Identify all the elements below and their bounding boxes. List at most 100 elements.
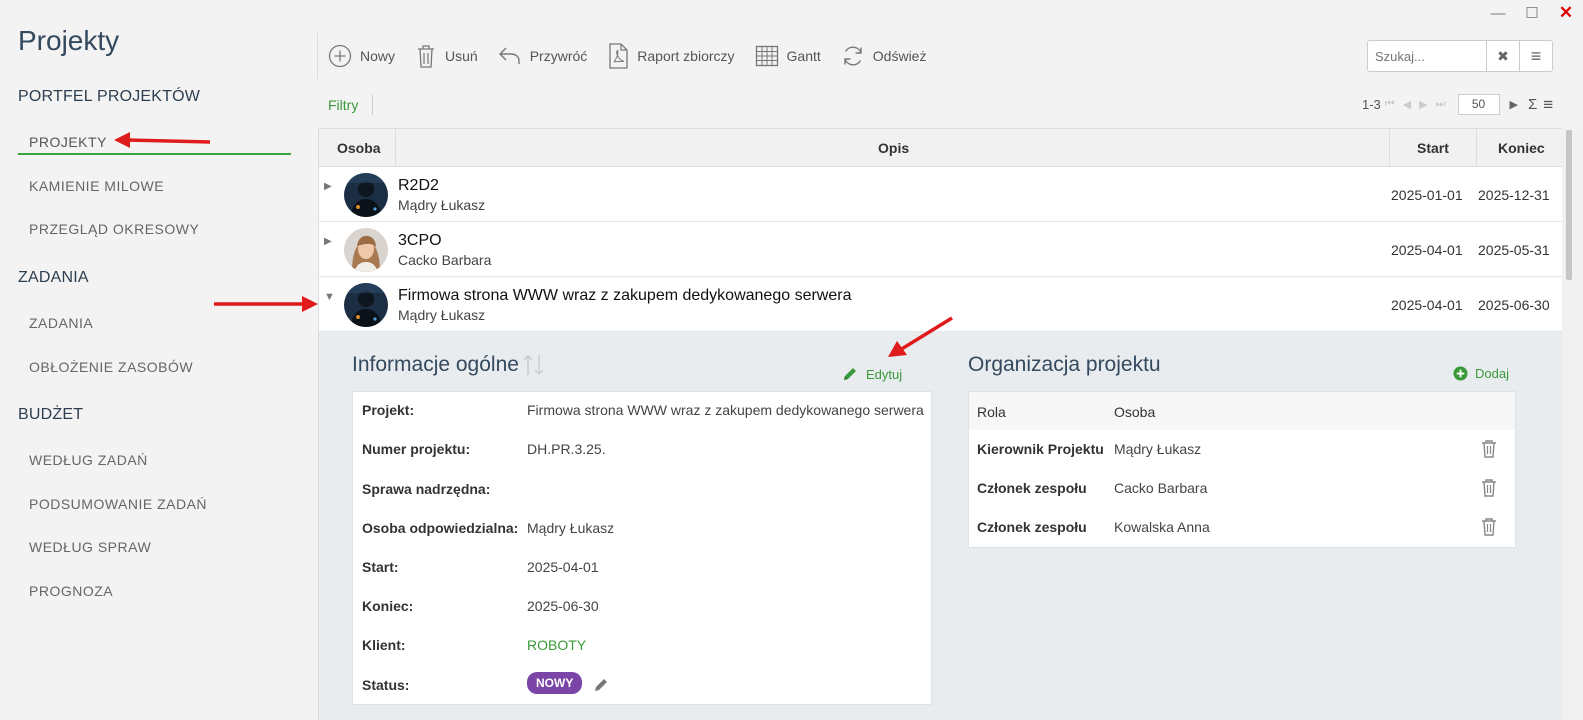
org-header: Rola Osoba bbox=[969, 392, 1515, 430]
sidebar-item-wedlug-spraw[interactable]: WEDŁUG SPRAW bbox=[29, 539, 151, 555]
field-value: Firmowa strona WWW wraz z zakupem dedyko… bbox=[527, 402, 924, 418]
add-button[interactable]: Dodaj bbox=[1453, 366, 1509, 381]
row-end: 2025-05-31 bbox=[1478, 242, 1550, 258]
sidebar-item-zadania[interactable]: ZADANIA bbox=[29, 315, 93, 331]
annotation-arrow bbox=[214, 296, 318, 312]
col-osoba: Osoba bbox=[1114, 404, 1156, 420]
sort-arrows-icon bbox=[523, 355, 544, 376]
org-row: Członek zespołu Kowalska Anna bbox=[969, 508, 1515, 547]
new-button[interactable]: Nowy bbox=[328, 44, 395, 68]
sidebar-item-obciazenie-zasobow[interactable]: OBŁOŻENIE ZASOBÓW bbox=[29, 359, 193, 375]
field-value: Mądry Łukasz bbox=[527, 520, 615, 536]
report-label: Raport zbiorczy bbox=[637, 48, 735, 64]
pencil-icon bbox=[844, 368, 856, 380]
sidebar-item-kamienie-milowe[interactable]: KAMIENIE MILOWE bbox=[29, 178, 164, 194]
field-label: Numer projektu: bbox=[362, 441, 471, 457]
avatar bbox=[344, 228, 388, 272]
trash-icon[interactable] bbox=[1481, 517, 1497, 536]
new-label: Nowy bbox=[360, 48, 396, 64]
annotation-arrow bbox=[114, 132, 211, 148]
col-divider bbox=[1389, 129, 1390, 167]
pencil-icon[interactable] bbox=[593, 677, 609, 693]
org-row: Członek zespołu Cacko Barbara bbox=[969, 469, 1515, 508]
col-koniec[interactable]: Koniec bbox=[1498, 140, 1545, 156]
pager-range: 1-3 bbox=[1362, 97, 1381, 112]
grid-table-icon bbox=[755, 45, 778, 67]
grid-scrollbar[interactable] bbox=[1562, 128, 1583, 720]
field-value: DH.PR.3.25. bbox=[527, 441, 606, 457]
last-page-icon[interactable]: ⏭ bbox=[1436, 98, 1446, 111]
field-value: 2025-04-01 bbox=[527, 559, 599, 575]
edit-button[interactable]: Edytuj bbox=[842, 366, 902, 382]
plus-circle-icon bbox=[1453, 366, 1468, 381]
org-role: Kierownik Projektu bbox=[977, 441, 1104, 457]
undo-icon bbox=[498, 47, 520, 64]
delete-button[interactable]: Usuń bbox=[415, 43, 478, 69]
client-link[interactable]: ROBOTY bbox=[527, 637, 586, 653]
org-card: Rola Osoba Kierownik Projektu Mądry Łuka… bbox=[968, 391, 1516, 548]
section-zadania: ZADANIA bbox=[18, 269, 89, 286]
row-start: 2025-04-01 bbox=[1391, 242, 1463, 258]
filters-link[interactable]: Filtry bbox=[328, 97, 358, 113]
scrollbar-thumb[interactable] bbox=[1566, 130, 1572, 280]
sidebar-item-projekty[interactable]: PROJEKTY bbox=[29, 134, 107, 150]
row-start: 2025-04-01 bbox=[1391, 297, 1463, 313]
pdf-file-icon bbox=[609, 43, 628, 69]
sidebar-item-podsumowanie-zadan[interactable]: PODSUMOWANIE ZADAŃ bbox=[29, 496, 207, 512]
refresh-icon bbox=[844, 46, 862, 66]
section-portfel: PORTFEL PROJEKTÓW bbox=[18, 88, 201, 105]
report-button[interactable]: Raport zbiorczy bbox=[607, 43, 735, 69]
field-value: 2025-06-30 bbox=[527, 598, 599, 614]
grid-header: Osoba Opis Start Koniec bbox=[319, 128, 1563, 167]
org-person: Cacko Barbara bbox=[1114, 480, 1208, 496]
table-row[interactable]: ▶ 3CPO Cacko Barbara 2025-04-01 2025-05-… bbox=[319, 222, 1562, 277]
field-label: Klient: bbox=[362, 637, 406, 653]
refresh-button[interactable]: Odśwież bbox=[841, 44, 927, 68]
trash-icon[interactable] bbox=[1481, 478, 1497, 497]
search-menu-icon[interactable]: ≡ bbox=[1519, 41, 1552, 71]
prev-page-icon[interactable]: ◀ bbox=[1403, 98, 1411, 111]
clear-search-icon[interactable]: ✖ bbox=[1486, 41, 1519, 71]
sidebar-item-przeglad-okresowy[interactable]: PRZEGLĄD OKRESOWY bbox=[29, 221, 199, 237]
active-indicator bbox=[18, 153, 291, 155]
org-role: Członek zespołu bbox=[977, 519, 1087, 535]
row-end: 2025-06-30 bbox=[1478, 297, 1550, 313]
gantt-button[interactable]: Gantt bbox=[755, 44, 821, 68]
field-label: Status: bbox=[362, 677, 410, 693]
sidebar-item-prognoza[interactable]: PROGNOZA bbox=[29, 583, 113, 599]
first-page-icon[interactable]: ⏮ bbox=[1385, 98, 1395, 111]
expand-icon[interactable]: ▶ bbox=[324, 181, 332, 192]
grid-menu-icon[interactable]: ≡ bbox=[1543, 95, 1553, 115]
next-page-icon[interactable]: ▶ bbox=[1419, 98, 1427, 111]
expand-icon[interactable]: ▶ bbox=[324, 236, 332, 247]
org-row: Kierownik Projektu Mądry Łukasz bbox=[969, 430, 1515, 469]
close-button[interactable]: ✕ bbox=[1549, 2, 1583, 24]
minimize-button[interactable]: — bbox=[1481, 2, 1515, 24]
col-divider bbox=[1476, 129, 1477, 167]
row-person: Mądry Łukasz bbox=[398, 307, 486, 323]
org-panel-title: Organizacja projektu bbox=[968, 353, 1161, 376]
restore-button[interactable]: Przywróć bbox=[498, 45, 588, 67]
collapse-icon[interactable]: ▼ bbox=[324, 291, 335, 303]
info-card: Projekt: Firmowa strona WWW wraz z zakup… bbox=[352, 391, 932, 705]
annotation-arrow bbox=[888, 316, 953, 357]
row-person: Mądry Łukasz bbox=[398, 197, 486, 213]
restore-label: Przywróć bbox=[529, 48, 588, 64]
app-title: Projekty bbox=[18, 25, 120, 56]
sum-icon[interactable]: Σ bbox=[1528, 96, 1537, 113]
field-label: Osoba odpowiedzialna: bbox=[362, 520, 519, 536]
row-title: 3CPO bbox=[398, 232, 442, 249]
refresh-label: Odśwież bbox=[872, 48, 927, 64]
page-size-apply-icon[interactable]: ▶ bbox=[1510, 98, 1518, 111]
info-title-text: Informacje ogólne bbox=[352, 353, 519, 376]
table-row[interactable]: ▶ R2D2 Mądry Łukasz 2025-01-01 2025-12-3… bbox=[319, 167, 1562, 222]
sidebar: Projekty PORTFEL PROJEKTÓW PROJEKTY KAMI… bbox=[0, 0, 310, 720]
maximize-button[interactable]: ☐ bbox=[1515, 2, 1549, 24]
col-opis[interactable]: Opis bbox=[878, 140, 909, 156]
col-osoba[interactable]: Osoba bbox=[337, 140, 381, 156]
search-input[interactable] bbox=[1368, 41, 1486, 71]
trash-icon[interactable] bbox=[1481, 439, 1497, 458]
page-size-input[interactable]: 50 bbox=[1457, 94, 1500, 115]
col-start[interactable]: Start bbox=[1417, 140, 1449, 156]
sidebar-item-wedlug-zadan[interactable]: WEDŁUG ZADAŃ bbox=[29, 452, 148, 468]
